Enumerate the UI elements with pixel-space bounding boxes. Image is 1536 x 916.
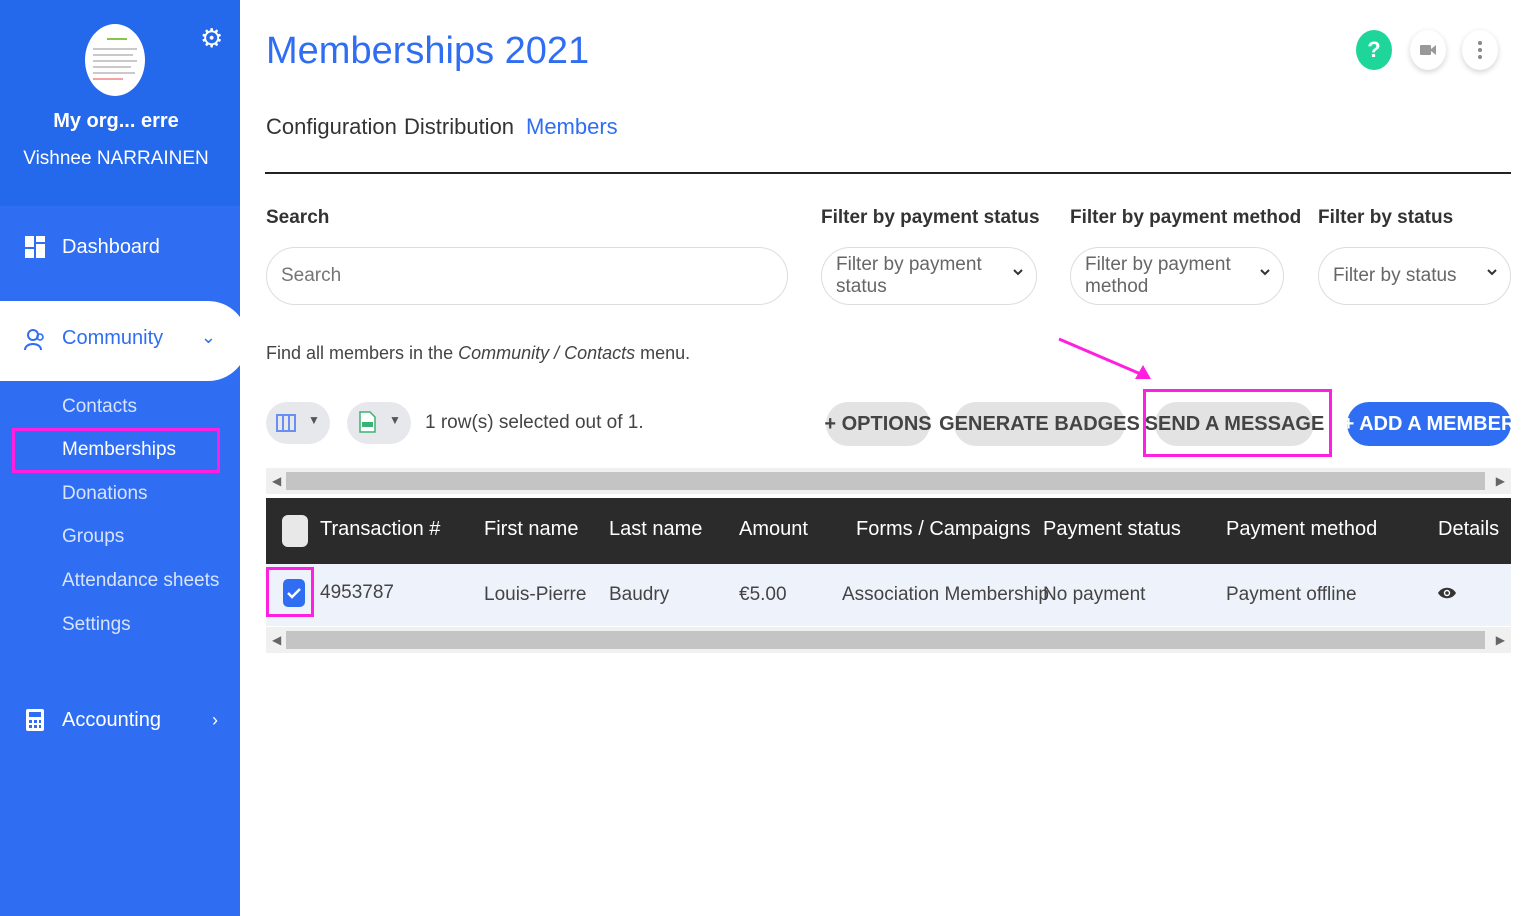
csv-export-icon (359, 411, 376, 433)
info-prefix: Find all members in the (266, 343, 459, 363)
org-header: ⚙ My org... erre Vishnee NARRAINEN (0, 0, 240, 206)
sidebar-item-label: Community (62, 327, 164, 349)
memberships-highlight (12, 428, 220, 473)
tab-configuration[interactable]: Configuration (266, 114, 397, 140)
cell-forms: Association Membership (842, 584, 1049, 605)
send-message-highlight (1143, 389, 1332, 457)
payment-status-select[interactable]: Filter by payment status (821, 247, 1037, 305)
chevron-down-icon: ⌄ (200, 327, 216, 347)
table-header: Transaction # First name Last name Amoun… (266, 498, 1511, 564)
cell-transaction: 4953787 (320, 582, 394, 603)
payment-status-filter-label: Filter by payment status (821, 207, 1040, 228)
cell-payment-method: Payment offline (1226, 584, 1357, 605)
status-filter-label: Filter by status (1318, 207, 1454, 228)
column-header-transaction[interactable]: Transaction # (320, 518, 440, 541)
cell-amount: €5.00 (739, 584, 787, 605)
tab-distribution[interactable]: Distribution (404, 114, 514, 140)
table-row[interactable]: 4953787 Louis-Pierre Baudry €5.00 Associ… (266, 564, 1511, 626)
search-label: Search (266, 207, 330, 228)
sidebar-item-accounting[interactable]: Accounting › (0, 696, 240, 744)
page-title: Memberships 2021 (266, 30, 590, 72)
column-header-amount[interactable]: Amount (739, 518, 808, 541)
help-icon[interactable]: ? (1356, 30, 1392, 70)
columns-icon (276, 414, 296, 432)
sidebar-subitem-contacts[interactable]: Contacts (62, 396, 137, 418)
scroll-right-icon[interactable]: ▶ (1496, 474, 1505, 488)
column-header-first-name[interactable]: First name (484, 518, 578, 541)
accounting-icon (26, 709, 44, 731)
select-all-checkbox[interactable] (282, 515, 308, 547)
sidebar-item-label: Dashboard (62, 235, 160, 258)
payment-status-select-value: Filter by payment status (836, 254, 982, 297)
more-vertical-icon[interactable] (1462, 30, 1498, 70)
video-icon[interactable] (1410, 30, 1446, 70)
column-header-payment-status[interactable]: Payment status (1043, 518, 1181, 541)
sidebar-subitem-settings[interactable]: Settings (62, 614, 131, 636)
sidebar-subitem-groups[interactable]: Groups (62, 526, 124, 548)
community-icon (24, 329, 44, 351)
info-suffix: menu. (635, 343, 691, 363)
chevron-down-icon (1487, 269, 1497, 276)
sidebar-item-dashboard[interactable]: Dashboard (0, 223, 240, 271)
info-text: Find all members in the Community / Cont… (266, 343, 690, 364)
status-select-value: Filter by status (1333, 265, 1457, 286)
scroll-right-icon[interactable]: ▶ (1496, 633, 1505, 647)
options-button[interactable]: + OPTIONS (824, 402, 932, 446)
info-path: Community / Contacts (458, 343, 636, 363)
dashboard-icon (25, 236, 45, 258)
scroll-thumb[interactable] (286, 472, 1485, 490)
scroll-thumb[interactable] (286, 631, 1485, 649)
payment-method-filter-label: Filter by payment method (1070, 207, 1302, 228)
export-button[interactable]: ▼ (347, 402, 411, 444)
table-scrollbar-top[interactable]: ◀ ▶ (266, 468, 1511, 494)
table-scrollbar-bottom[interactable]: ◀ ▶ (266, 627, 1511, 653)
eye-icon[interactable] (1437, 586, 1457, 600)
chevron-right-icon: › (212, 709, 218, 730)
column-header-payment-method[interactable]: Payment method (1226, 518, 1377, 541)
column-header-details: Details (1438, 518, 1500, 540)
generate-badges-button[interactable]: GENERATE BADGES (939, 402, 1140, 446)
sidebar-subitem-donations[interactable]: Donations (62, 483, 148, 505)
caret-down-icon: ▼ (308, 413, 320, 427)
chevron-down-icon (1260, 269, 1270, 276)
sidebar-item-label: Accounting (62, 708, 161, 731)
org-avatar[interactable] (85, 24, 145, 96)
column-header-forms[interactable]: Forms / Campaigns (856, 518, 1031, 541)
row-checkbox-highlight (266, 567, 314, 617)
cell-last-name: Baudry (609, 584, 670, 605)
chevron-down-icon (1013, 269, 1023, 276)
selection-count-text: 1 row(s) selected out of 1. (425, 412, 644, 433)
tab-members[interactable]: Members (526, 114, 618, 140)
cell-first-name: Louis-Pierre (484, 584, 587, 605)
add-member-button[interactable]: + ADD A MEMBER (1343, 402, 1515, 446)
columns-toggle-button[interactable]: ▼ (266, 402, 330, 444)
payment-method-select-value: Filter by payment method (1085, 254, 1231, 297)
cell-payment-status: No payment (1043, 584, 1146, 605)
status-select[interactable]: Filter by status (1318, 247, 1511, 305)
scroll-left-icon[interactable]: ◀ (272, 474, 281, 488)
payment-method-select[interactable]: Filter by payment method (1070, 247, 1284, 305)
column-header-last-name[interactable]: Last name (609, 518, 702, 541)
search-input[interactable] (266, 247, 788, 305)
annotation-arrow-icon (1058, 337, 1151, 379)
user-name: Vishnee NARRAINEN (23, 148, 209, 169)
sidebar-subitem-attendance[interactable]: Attendance sheets (62, 570, 219, 592)
settings-gear-icon[interactable]: ⚙ (200, 24, 226, 52)
tabs-divider (265, 172, 1511, 174)
sidebar-item-community[interactable]: Community ⌄ (0, 301, 248, 381)
org-name: My org... erre (53, 110, 179, 132)
caret-down-icon: ▼ (389, 413, 401, 427)
scroll-left-icon[interactable]: ◀ (272, 633, 281, 647)
